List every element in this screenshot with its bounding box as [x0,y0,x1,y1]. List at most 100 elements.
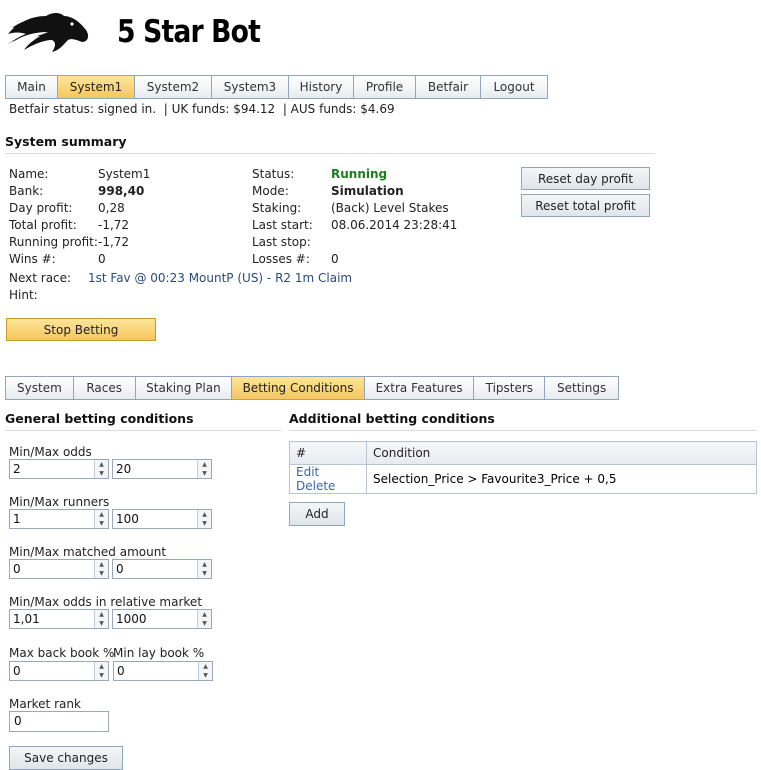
spin-down-icon[interactable]: ▼ [95,619,108,628]
spin-down-icon[interactable]: ▼ [199,671,212,680]
tab-system[interactable]: System [6,377,74,399]
reset-day-profit-button[interactable]: Reset day profit [521,167,650,190]
min-matched-input[interactable]: 0 ▲ ▼ [9,559,109,579]
next-race-value: 1st Fav @ 00:23 MountP (US) - R2 1m Clai… [88,271,353,285]
min-runners-input[interactable]: 1 ▲ ▼ [9,509,109,529]
last-start-label: Last start: [252,218,313,232]
max-matched-input[interactable]: 0 ▲ ▼ [112,559,212,579]
max-runners-spinner[interactable]: ▲ ▼ [197,510,211,528]
column-hash: # [289,441,367,465]
table-row: Edit Delete Selection_Price > Favourite3… [289,464,757,494]
min-lay-book-spinner[interactable]: ▲ ▼ [198,662,212,680]
min-odds-value: 2 [13,462,21,476]
tab-profile[interactable]: Profile [354,76,416,98]
status-label: Status: [252,167,295,181]
max-matched-value: 0 [116,562,124,576]
min-matched-spinner[interactable]: ▲ ▼ [94,560,108,578]
reset-total-profit-button[interactable]: Reset total profit [521,194,650,217]
max-runners-input[interactable]: 100 ▲ ▼ [112,509,212,529]
tab-races[interactable]: Races [73,377,136,399]
min-odds-input[interactable]: 2 ▲ ▼ [9,459,109,479]
tab-system2[interactable]: System2 [135,76,212,98]
max-back-book-input[interactable]: 0 ▲ ▼ [9,661,109,681]
tab-extra-features[interactable]: Extra Features [364,377,475,399]
spin-up-icon[interactable]: ▲ [95,610,108,619]
tab-main[interactable]: Main [6,76,58,98]
min-relative-odds-value: 1,01 [13,612,40,626]
min-lay-book-input[interactable]: 0 ▲ ▼ [113,661,213,681]
max-runners-value: 100 [116,512,139,526]
spin-up-icon[interactable]: ▲ [95,662,108,671]
tab-betfair[interactable]: Betfair [416,76,481,98]
spin-down-icon[interactable]: ▼ [198,619,211,628]
save-changes-button[interactable]: Save changes [9,746,123,770]
spin-down-icon[interactable]: ▼ [198,519,211,528]
spin-down-icon[interactable]: ▼ [95,469,108,478]
tab-system1[interactable]: System1 [58,76,135,98]
min-lay-book-value: 0 [117,664,125,678]
total-profit-label: Total profit: [9,218,77,232]
spin-down-icon[interactable]: ▼ [95,569,108,578]
last-start-value: 08.06.2014 23:28:41 [331,218,458,232]
app-title: 5 Star Bot [117,14,261,50]
spin-down-icon[interactable]: ▼ [95,519,108,528]
staking-value: (Back) Level Stakes [331,201,449,215]
bank-label: Bank: [9,184,44,198]
min-relative-odds-spinner[interactable]: ▲ ▼ [94,610,108,628]
stop-betting-button[interactable]: Stop Betting [6,318,156,341]
running-profit-label: Running profit: [9,235,98,249]
delete-link[interactable]: Delete [296,479,335,493]
spin-up-icon[interactable]: ▲ [198,460,211,469]
min-lay-book-label: Min lay book % [113,646,205,660]
tab-betting-conditions[interactable]: Betting Conditions [232,377,365,399]
max-relative-odds-spinner[interactable]: ▲ ▼ [197,610,211,628]
max-relative-odds-input[interactable]: 1000 ▲ ▼ [112,609,212,629]
table-header-row: # Condition [289,441,757,465]
staking-label: Staking: [252,201,302,215]
betfair-status-line: Betfair status: signed in. | UK funds: $… [9,102,395,116]
min-runners-spinner[interactable]: ▲ ▼ [94,510,108,528]
spin-down-icon[interactable]: ▼ [198,569,211,578]
min-relative-odds-input[interactable]: 1,01 ▲ ▼ [9,609,109,629]
spin-up-icon[interactable]: ▲ [95,560,108,569]
spin-up-icon[interactable]: ▲ [198,610,211,619]
tab-settings[interactable]: Settings [545,377,618,399]
max-back-book-spinner[interactable]: ▲ ▼ [94,662,108,680]
running-profit-value: -1,72 [98,235,130,249]
tab-staking-plan[interactable]: Staking Plan [135,377,233,399]
row-actions: Edit Delete [289,464,367,494]
min-matched-value: 0 [13,562,21,576]
spin-up-icon[interactable]: ▲ [198,510,211,519]
spin-up-icon[interactable]: ▲ [198,560,211,569]
add-condition-button[interactable]: Add [289,502,345,526]
summary-divider [5,153,655,154]
spin-up-icon[interactable]: ▲ [95,510,108,519]
wins-value: 0 [98,252,106,266]
last-stop-label: Last stop: [252,235,311,249]
edit-link[interactable]: Edit [296,465,319,479]
tab-logout[interactable]: Logout [481,76,547,98]
conditions-table: # Condition Edit Delete Selection_Price … [289,441,757,494]
general-divider [5,430,281,431]
spin-up-icon[interactable]: ▲ [95,460,108,469]
main-tab-bar: Main System1 System2 System3 History Pro… [5,75,548,99]
tab-history[interactable]: History [289,76,354,98]
min-max-relative-odds-label: Min/Max odds in relative market [9,595,203,609]
max-odds-input[interactable]: 20 ▲ ▼ [112,459,212,479]
spin-up-icon[interactable]: ▲ [199,662,212,671]
spin-down-icon[interactable]: ▼ [95,671,108,680]
day-profit-label: Day profit: [9,201,73,215]
mode-label: Mode: [252,184,289,198]
day-profit-value: 0,28 [98,201,125,215]
wins-label: Wins #: [9,252,56,266]
min-odds-spinner[interactable]: ▲ ▼ [94,460,108,478]
hint-label: Hint: [9,288,38,302]
spin-down-icon[interactable]: ▼ [198,469,211,478]
bank-value: 998,40 [98,184,145,198]
market-rank-input[interactable]: 0 [9,711,109,732]
min-max-matched-label: Min/Max matched amount [9,545,167,559]
max-odds-spinner[interactable]: ▲ ▼ [197,460,211,478]
tab-tipsters[interactable]: Tipsters [474,377,546,399]
tab-system3[interactable]: System3 [212,76,289,98]
max-matched-spinner[interactable]: ▲ ▼ [197,560,211,578]
